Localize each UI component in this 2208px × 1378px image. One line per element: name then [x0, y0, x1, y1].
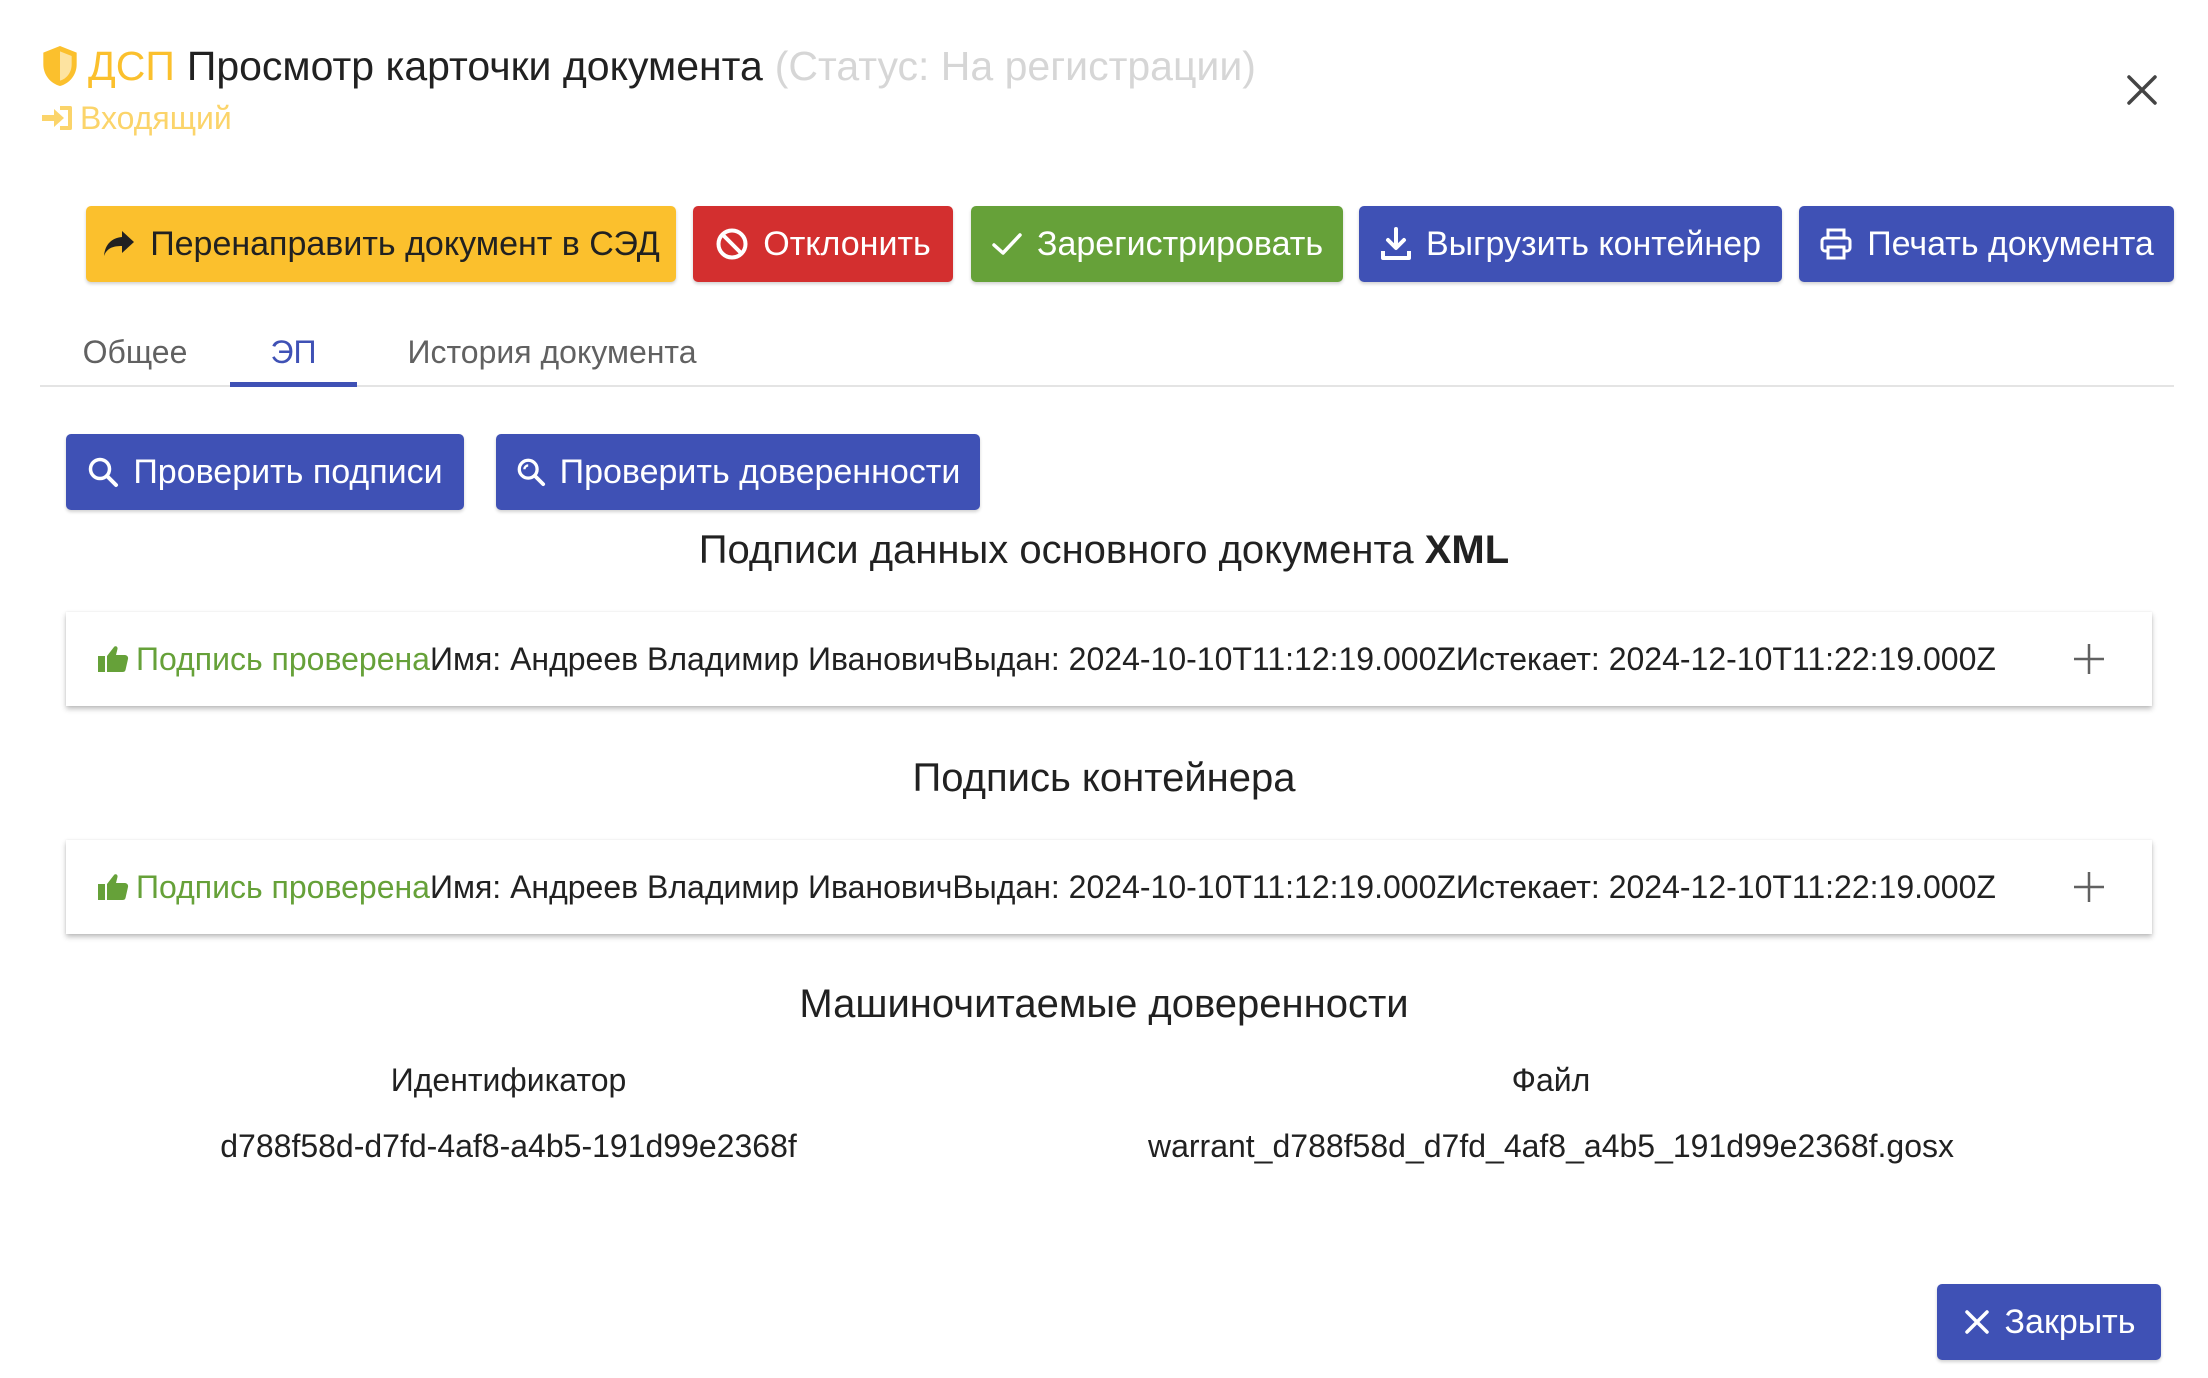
search-detail-icon	[517, 458, 545, 487]
print-document-button[interactable]: Печать документа	[1799, 206, 2174, 282]
redirect-to-sed-button[interactable]: Перенаправить документ в СЭД	[86, 206, 676, 282]
column-header-file: Файл	[1511, 1062, 1591, 1098]
share-arrow-icon	[104, 231, 135, 256]
thumbs-up-icon	[98, 646, 129, 672]
main-document-signatures-title: Подписи данных основного документа XML	[698, 528, 1510, 572]
thumbs-up-icon	[98, 874, 129, 900]
signature-verified-status: Подпись проверена	[136, 868, 430, 905]
expand-plus-icon[interactable]	[2072, 642, 2106, 676]
dialog-title: ДСП Просмотр карточки документа (Статус:…	[40, 38, 1256, 94]
warrant-identifier-cell: d788f58d-d7fd-4af8-a4b5-191d99e2368f	[220, 1128, 797, 1164]
classification-label: ДСП	[88, 42, 175, 89]
check-warrants-button[interactable]: Проверить доверенности	[496, 434, 980, 510]
direction-text: Входящий	[80, 99, 232, 136]
expand-plus-icon[interactable]	[2072, 870, 2106, 904]
close-icon[interactable]	[2118, 66, 2166, 114]
signature-details: Имя: Андреев Владимир ИвановичВыдан: 202…	[429, 640, 1996, 677]
reject-button[interactable]: Отклонить	[693, 206, 953, 282]
signature-verified-status: Подпись проверена	[136, 640, 430, 677]
column-header-identifier: Идентификатор	[390, 1062, 627, 1098]
export-container-button[interactable]: Выгрузить контейнер	[1359, 206, 1782, 282]
close-icon	[1964, 1310, 1989, 1334]
direction-label: Входящий	[40, 96, 232, 140]
search-icon	[89, 457, 119, 487]
tab-signatures[interactable]: ЭП	[230, 318, 357, 386]
signature-details: Имя: Андреев Владимир ИвановичВыдан: 202…	[429, 868, 1996, 905]
ban-icon	[716, 228, 748, 260]
check-signatures-button[interactable]: Проверить подписи	[66, 434, 464, 510]
close-button[interactable]: Закрыть	[1937, 1284, 2161, 1360]
warrants-title: Машиночитаемые доверенности	[799, 982, 1409, 1026]
warrant-file-cell: warrant_d788f58d_d7fd_4af8_a4b5_191d99e2…	[1147, 1128, 1955, 1164]
print-icon	[1820, 228, 1852, 260]
register-button[interactable]: Зарегистрировать	[971, 206, 1343, 282]
tab-history[interactable]: История документа	[382, 318, 722, 386]
tabs-divider	[40, 385, 2174, 387]
container-signature-title: Подпись контейнера	[912, 756, 1296, 800]
signature-panel-main[interactable]: Подпись проверена Имя: Андреев Владимир …	[66, 612, 2152, 706]
download-icon	[1381, 227, 1411, 260]
signature-panel-container[interactable]: Подпись проверена Имя: Андреев Владимир …	[66, 840, 2152, 934]
active-tab-indicator	[230, 382, 357, 387]
page-title: Просмотр карточки документа	[186, 42, 763, 89]
check-icon	[992, 233, 1022, 255]
document-status: (Статус: На регистрации)	[774, 42, 1256, 89]
sign-in-icon	[42, 106, 72, 130]
shield-icon	[43, 46, 77, 86]
tab-general[interactable]: Общее	[60, 318, 210, 386]
